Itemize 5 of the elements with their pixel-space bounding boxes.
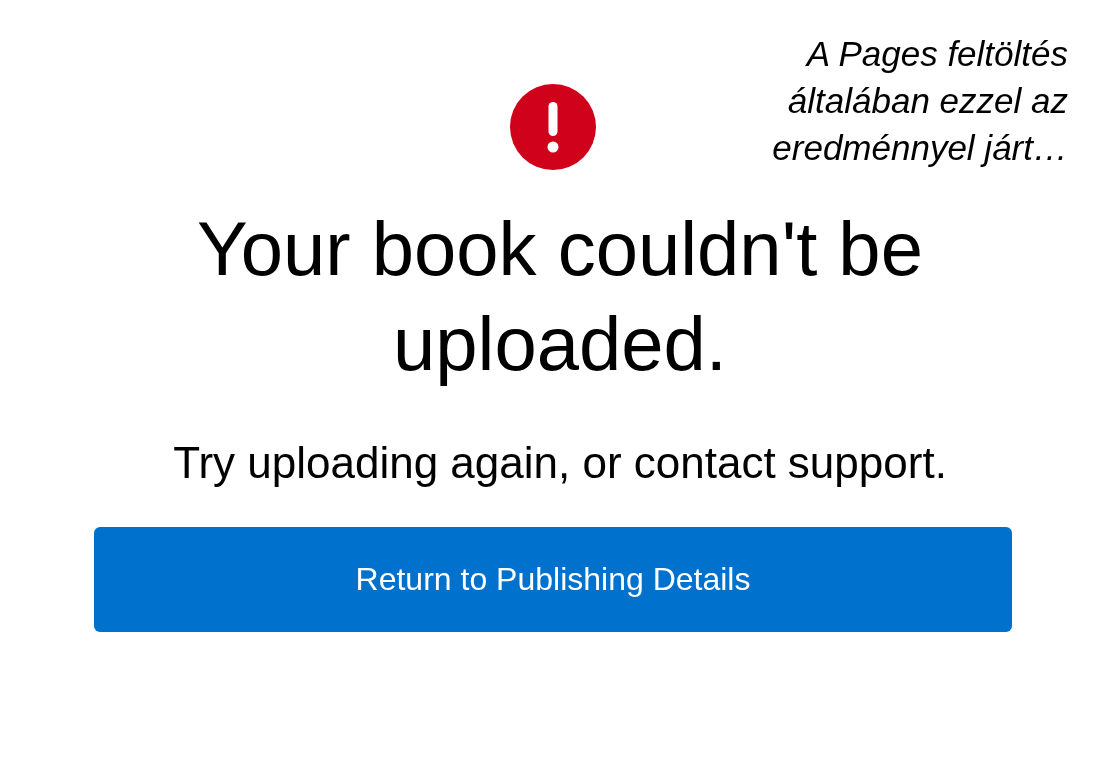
alert-icon <box>510 84 596 170</box>
error-title: Your book couldn't be uploaded. <box>196 205 924 388</box>
error-message: Try uploading again, or contact support. <box>173 437 947 489</box>
caption: A Pages feltöltés általában ezzel az eredménnyel járt… <box>771 33 1068 169</box>
return-button[interactable]: Return to Publishing Details <box>94 527 1012 632</box>
